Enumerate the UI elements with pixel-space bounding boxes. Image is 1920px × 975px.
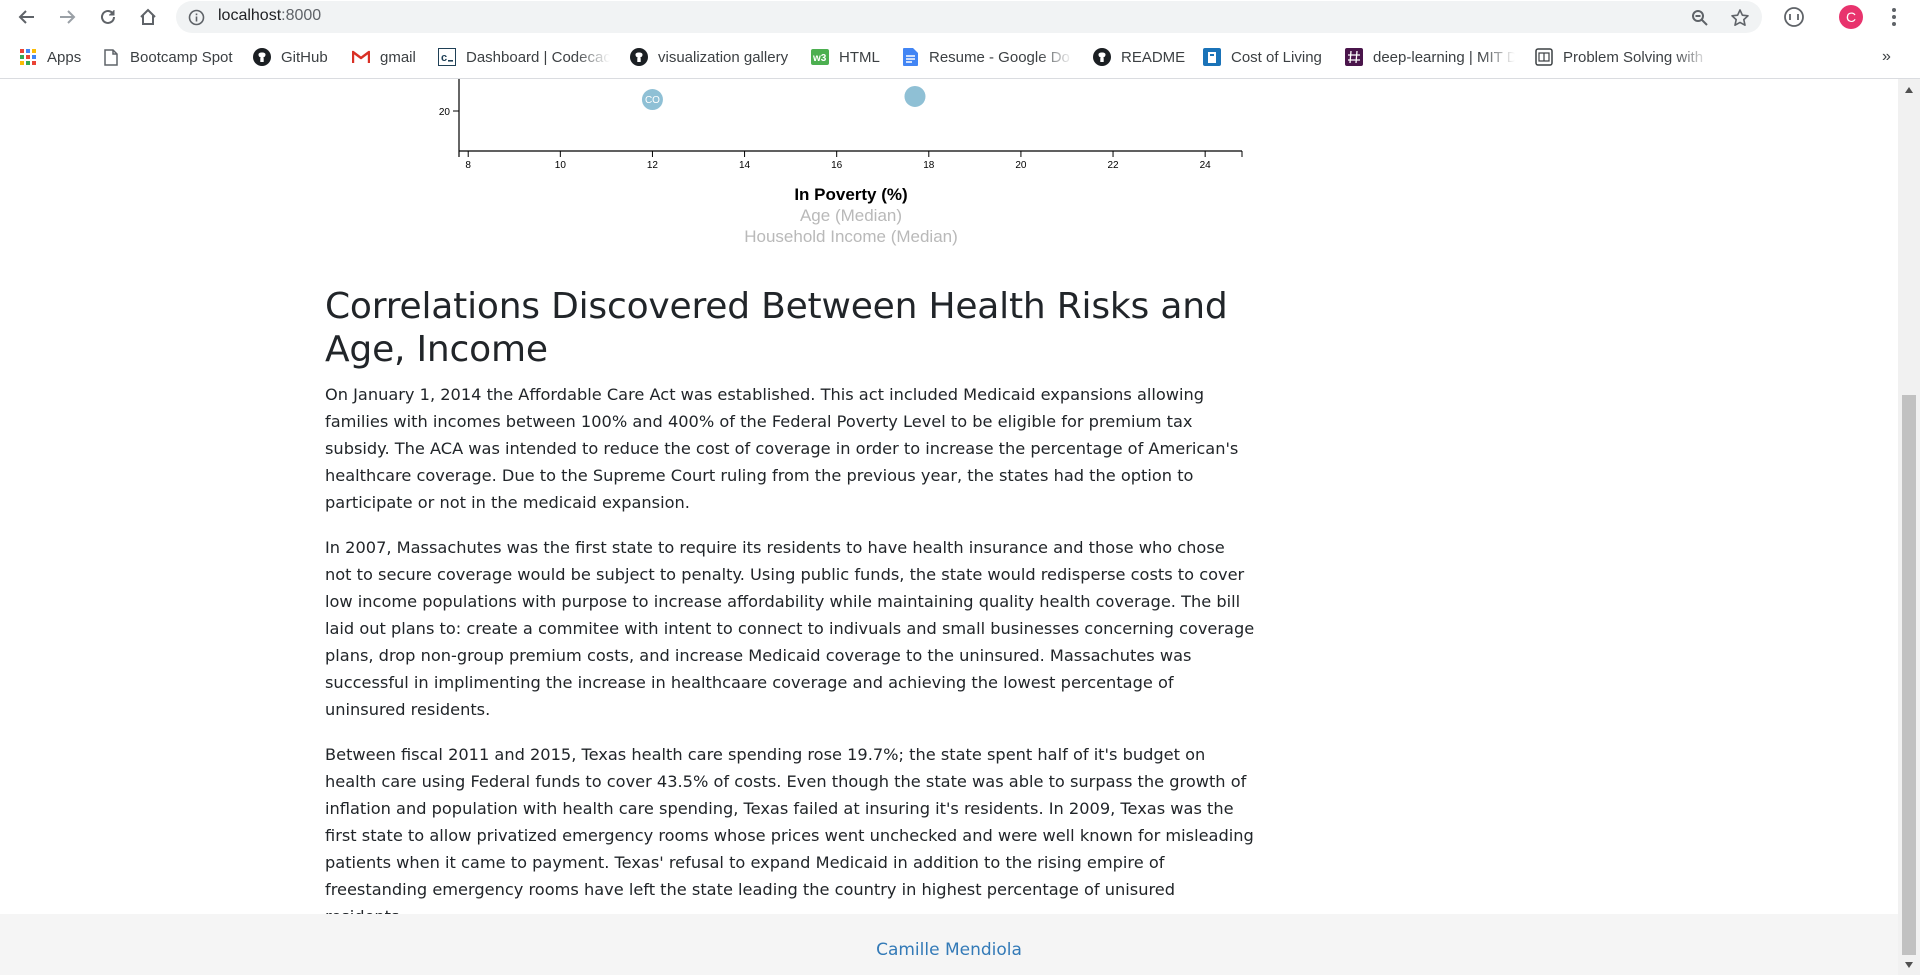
url-host: localhost — [218, 7, 282, 24]
bookmark-label: Resume - Google Do — [929, 48, 1070, 66]
article-paragraph: In 2007, Massachutes was the first state… — [325, 538, 1255, 719]
article-paragraph: Between fiscal 2011 and 2015, Texas heal… — [325, 745, 1254, 926]
bookmark-label: Bootcamp Spot — [130, 48, 233, 66]
bookmark-github[interactable]: GitHub — [253, 45, 328, 69]
bookmark-cost-of-living[interactable]: Cost of Living — [1203, 45, 1322, 69]
extension-icon — [1784, 7, 1804, 27]
page-scrollbar[interactable] — [1898, 79, 1920, 975]
x-axis-label-income[interactable]: Household Income (Median) — [701, 227, 1001, 247]
bookmark-apps[interactable]: Apps — [19, 45, 81, 69]
gmail-icon — [352, 48, 370, 66]
x-tick-label: 24 — [1200, 160, 1212, 171]
bookmark-resume-google-docs[interactable]: Resume - Google Do — [901, 45, 1073, 69]
github-icon — [253, 48, 271, 66]
bookmark-visualization-gallery[interactable]: visualization gallery — [630, 45, 788, 69]
cost-of-living-icon — [1203, 48, 1221, 66]
article-paragraph: On January 1, 2014 the Affordable Care A… — [325, 385, 1239, 512]
x-tick-label: 22 — [1107, 160, 1119, 171]
bookmark-label: Dashboard | Codecac — [466, 48, 610, 66]
apps-grid-icon — [19, 48, 37, 66]
y-axis: 20 — [439, 79, 460, 157]
bookmark-html[interactable]: w3 HTML — [811, 45, 880, 69]
svg-text:w3: w3 — [812, 53, 827, 64]
scroll-down-arrow-icon[interactable] — [1903, 959, 1915, 971]
bookmark-gmail[interactable]: gmail — [352, 45, 416, 69]
x-tick-label: 18 — [923, 160, 935, 171]
double-chevron-right-icon: » — [1882, 48, 1891, 65]
bookmark-problem-solving[interactable]: Problem Solving with — [1535, 45, 1710, 69]
scatter-markers: CO — [641, 85, 926, 111]
bookmark-label: GitHub — [281, 48, 328, 66]
home-button[interactable] — [135, 4, 161, 30]
zoom-icon[interactable] — [1689, 7, 1711, 29]
back-arrow-icon — [18, 10, 34, 24]
home-icon — [140, 8, 156, 25]
profile-avatar[interactable]: C — [1838, 4, 1864, 30]
y-tick-label: 20 — [439, 107, 451, 118]
state-abbr-label: CO — [645, 95, 660, 106]
bookmark-deep-learning[interactable]: deep-learning | MIT D — [1345, 45, 1515, 69]
url-text: localhost:8000 — [218, 7, 321, 25]
google-docs-icon — [901, 48, 919, 66]
x-tick-label: 20 — [1015, 160, 1027, 171]
x-axis: 8 10 12 14 16 18 20 22 24 — [459, 150, 1243, 171]
forward-button[interactable] — [54, 4, 80, 30]
browser-toolbar: localhost:8000 C — [0, 0, 1920, 33]
scatter-point[interactable] — [904, 85, 926, 107]
extension-button[interactable] — [1781, 4, 1807, 30]
bookmark-label: Problem Solving with — [1563, 48, 1704, 66]
x-tick-label: 14 — [739, 160, 751, 171]
bookmark-label: HTML — [839, 48, 880, 66]
site-info-icon[interactable] — [188, 9, 205, 30]
codecademy-icon: c — [438, 48, 456, 66]
bookmark-label: gmail — [380, 48, 416, 66]
x-axis-label-age[interactable]: Age (Median) — [701, 206, 1001, 226]
browser-menu-button[interactable] — [1881, 4, 1907, 30]
address-bar[interactable]: localhost:8000 — [176, 1, 1762, 33]
bookmark-label: visualization gallery — [658, 48, 789, 66]
slack-icon — [1345, 48, 1363, 66]
profile-avatar-circle: C — [1839, 5, 1863, 29]
state-marker — [904, 85, 926, 107]
github-icon — [630, 48, 648, 66]
bookmark-label: deep-learning | MIT D — [1373, 48, 1515, 66]
bookmark-label: README — [1121, 48, 1186, 66]
kebab-menu-icon — [1892, 8, 1896, 26]
svg-text:c: c — [441, 52, 447, 64]
bookmark-readme[interactable]: README — [1093, 45, 1185, 69]
footer-author-link[interactable]: Camille Mendiola — [0, 940, 1898, 960]
bookmark-codecademy[interactable]: c Dashboard | Codecac — [438, 45, 610, 69]
w3schools-icon: w3 — [811, 48, 829, 66]
forward-arrow-icon — [60, 10, 76, 24]
reload-icon — [101, 9, 115, 24]
book-icon — [1535, 48, 1553, 66]
article-title: Correlations Discovered Between Health R… — [325, 286, 1228, 370]
bookmark-star-icon[interactable] — [1729, 7, 1751, 29]
x-tick-label: 12 — [647, 160, 659, 171]
back-button[interactable] — [14, 4, 40, 30]
x-tick-label: 16 — [831, 160, 843, 171]
bookmark-label: Cost of Living — [1231, 48, 1322, 66]
x-axis-label-poverty[interactable]: In Poverty (%) — [701, 185, 1001, 205]
bookmarks-overflow-button[interactable]: » — [1882, 45, 1891, 69]
scroll-up-arrow-icon[interactable] — [1903, 84, 1915, 96]
scatter-point[interactable]: CO — [641, 89, 663, 111]
url-port: :8000 — [281, 7, 322, 24]
reload-button[interactable] — [95, 4, 121, 30]
bookmarks-bar: Apps Bootcamp Spot GitHub gmail c Dashbo… — [0, 42, 1920, 72]
article: Correlations Discovered Between Health R… — [325, 285, 1255, 948]
bookmark-bootcamp-spot[interactable]: Bootcamp Spot — [102, 45, 233, 69]
bookmark-label: Apps — [47, 48, 82, 66]
page-icon — [102, 48, 120, 66]
scrollbar-thumb[interactable] — [1902, 395, 1916, 955]
page-footer: Camille Mendiola — [0, 914, 1898, 975]
x-tick-label: 8 — [465, 160, 471, 171]
github-icon — [1093, 48, 1111, 66]
x-tick-label: 10 — [555, 160, 567, 171]
page-viewport: 8 10 12 14 16 18 20 22 24 20 CO In Poverty (%) A… — [0, 79, 1898, 975]
